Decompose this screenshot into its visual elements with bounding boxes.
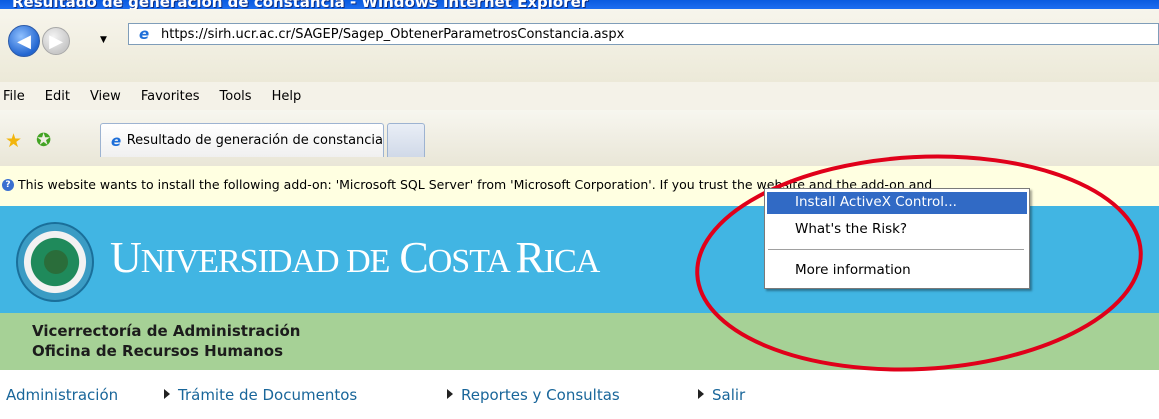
menu-bar: File Edit View Favorites Tools Help: [0, 82, 1159, 110]
nav-reportes[interactable]: Reportes y Consultas: [461, 386, 620, 404]
history-dropdown-button[interactable]: ▼: [100, 35, 110, 45]
add-favorites-icon[interactable]: ✪: [36, 130, 51, 151]
forward-arrow-icon: ▶: [49, 30, 63, 52]
ucr-seal-logo: [16, 222, 94, 302]
new-tab-button[interactable]: [387, 123, 425, 157]
nav-tramite[interactable]: Trámite de Documentos: [178, 386, 357, 404]
back-button[interactable]: ◀: [8, 25, 40, 57]
info-icon: ?: [2, 179, 14, 191]
menu-favorites[interactable]: Favorites: [131, 89, 210, 104]
menu-edit[interactable]: Edit: [35, 89, 80, 104]
menu-help[interactable]: Help: [262, 89, 312, 104]
university-title: UNIVERSIDAD DE COSTA RICA: [110, 233, 600, 282]
url-text: https://sirh.ucr.ac.cr/SAGEP/Sagep_Obten…: [161, 26, 625, 42]
whats-the-risk-menu-item[interactable]: What's the Risk?: [767, 219, 1027, 241]
nav-arrow-icon: [447, 389, 453, 399]
favorites-star-icon[interactable]: ★: [5, 130, 22, 152]
menu-file[interactable]: File: [0, 89, 35, 104]
install-activex-menu-item[interactable]: Install ActiveX Control...: [767, 192, 1027, 214]
tab-current[interactable]: e Resultado de generación de constancia: [100, 123, 384, 157]
ie-page-icon: e: [111, 131, 122, 150]
nav-arrow-icon: [164, 389, 170, 399]
menu-tools[interactable]: Tools: [210, 89, 262, 104]
window-title-bar: Resultado de generación de constancia - …: [0, 0, 1159, 9]
back-arrow-icon: ◀: [17, 30, 31, 52]
window-title: Resultado de generación de constancia - …: [12, 0, 589, 9]
more-information-menu-item[interactable]: More information: [767, 260, 1027, 282]
nav-administracion[interactable]: Administración: [6, 386, 118, 404]
oficina-label: Oficina de Recursos Humanos: [32, 342, 284, 360]
vicerrectoria-label: Vicerrectoría de Administración: [32, 322, 301, 340]
menu-separator: [768, 249, 1024, 250]
infobar-context-menu: Install ActiveX Control... What's the Ri…: [764, 188, 1030, 289]
ie-page-icon: e: [139, 25, 150, 43]
address-row: ◀ ▶ ▼ e https://sirh.ucr.ac.cr/SAGEP/Sag…: [0, 9, 1159, 82]
menu-view[interactable]: View: [80, 89, 131, 104]
forward-button[interactable]: ▶: [42, 27, 70, 55]
address-bar[interactable]: e https://sirh.ucr.ac.cr/SAGEP/Sagep_Obt…: [128, 23, 1159, 45]
tab-label: Resultado de generación de constancia: [126, 133, 383, 148]
